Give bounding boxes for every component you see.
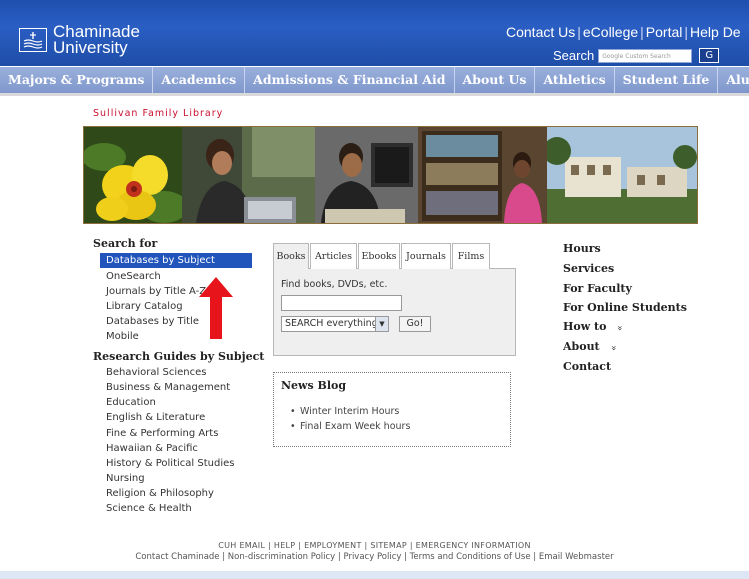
guide-english-literature[interactable]: English & Literature [106, 412, 205, 423]
guide-science-health[interactable]: Science & Health [106, 503, 192, 514]
guide-business-management[interactable]: Business & Management [106, 382, 230, 393]
library-banner [83, 126, 698, 224]
nav-about-us[interactable]: About Us [455, 67, 536, 93]
guide-nursing[interactable]: Nursing [106, 473, 145, 484]
help-link[interactable]: Help De [690, 24, 741, 40]
mobile-link[interactable]: Mobile [106, 331, 139, 342]
news-item-final-exam[interactable]: Final Exam Week hours [290, 421, 410, 432]
banner-hibiscus-photo [84, 127, 182, 223]
banner-bookshelves-photo [418, 127, 547, 223]
logo-line-2: University [53, 38, 128, 57]
about-label: About [563, 340, 600, 353]
separator: | [640, 24, 644, 40]
databases-by-subject-link[interactable]: Databases by Subject [100, 253, 252, 268]
site-search: Search Google Custom Search G [553, 48, 720, 63]
nav-divider [0, 93, 749, 96]
news-item-winter-interim[interactable]: Winter Interim Hours [290, 406, 399, 417]
nav-majors-programs[interactable]: Majors & Programs [0, 67, 154, 93]
contact-link[interactable]: Contact [563, 360, 611, 373]
nav-alumni[interactable]: Alumni [718, 67, 749, 93]
utility-links: Contact Us | eCollege | Portal | Help De [506, 24, 741, 40]
ecollege-link[interactable]: eCollege [583, 24, 638, 40]
library-title[interactable]: Sullivan Family Library [93, 108, 223, 119]
site-search-go-button[interactable]: G [699, 48, 720, 63]
services-link[interactable]: Services [563, 262, 614, 275]
separator: | [577, 24, 581, 40]
nav-athletics[interactable]: Athletics [535, 67, 615, 93]
books-search-input[interactable] [281, 295, 402, 311]
onesearch-link[interactable]: OneSearch [106, 271, 161, 282]
nav-academics[interactable]: Academics [153, 67, 246, 93]
books-tab-panel: Find books, DVDs, etc. SEARCH everything… [273, 268, 516, 356]
tab-journals[interactable]: Journals [401, 243, 451, 269]
footer-links-secondary[interactable]: Contact Chaminade | Non-discrimination P… [0, 552, 749, 562]
guide-behavioral-sciences[interactable]: Behavioral Sciences [106, 367, 206, 378]
library-search-box: Find books, DVDs, etc. SEARCH everything… [273, 243, 516, 356]
guide-education[interactable]: Education [106, 397, 156, 408]
portal-link[interactable]: Portal [646, 24, 683, 40]
for-faculty-link[interactable]: For Faculty [563, 282, 632, 295]
guide-hawaiian-pacific[interactable]: Hawaiian & Pacific [106, 443, 198, 454]
tab-books[interactable]: Books [273, 243, 309, 269]
databases-by-title-link[interactable]: Databases by Title [106, 316, 199, 327]
search-tabs: Books Articles Ebooks Journals Films [273, 243, 491, 269]
search-scope-select[interactable]: SEARCH everything ▼ [281, 316, 389, 332]
footer-links-primary[interactable]: CUH EMAIL | HELP | EMPLOYMENT | SITEMAP … [0, 541, 749, 550]
for-online-students-link[interactable]: For Online Students [563, 301, 687, 314]
university-logo-icon[interactable] [19, 28, 47, 52]
bottom-bar [0, 571, 749, 579]
tab-films[interactable]: Films [452, 243, 490, 269]
site-header: Chaminade University Contact Us | eCollege… [0, 0, 749, 66]
chevron-down-icon[interactable]: » [614, 325, 624, 331]
search-label: Search [553, 48, 595, 63]
main-nav: Majors & Programs Academics Admissions &… [0, 67, 749, 93]
tab-articles[interactable]: Articles [310, 243, 357, 269]
scope-selected-value: SEARCH everything [285, 318, 378, 329]
search-for-heading: Search for [93, 237, 158, 250]
site-search-input[interactable]: Google Custom Search [598, 48, 693, 63]
library-catalog-link[interactable]: Library Catalog [106, 301, 183, 312]
about-link[interactable]: About » [563, 340, 617, 353]
news-blog-box: News Blog Winter Interim Hours Final Exa… [273, 372, 511, 447]
guide-history-political[interactable]: History & Political Studies [106, 458, 234, 469]
how-to-label: How to [563, 320, 607, 333]
nav-admissions[interactable]: Admissions & Financial Aid [245, 67, 455, 93]
guide-religion-philosophy[interactable]: Religion & Philosophy [106, 488, 214, 499]
chevron-down-icon[interactable]: ▼ [375, 317, 388, 331]
contact-us-link[interactable]: Contact Us [506, 24, 575, 40]
university-wordmark[interactable]: Chaminade University [53, 23, 140, 57]
books-go-button[interactable]: Go! [399, 316, 431, 332]
nav-student-life[interactable]: Student Life [615, 67, 719, 93]
banner-student-laptop-photo [182, 127, 315, 223]
hours-link[interactable]: Hours [563, 242, 601, 255]
annotation-arrow-icon [199, 277, 233, 339]
guide-fine-performing-arts[interactable]: Fine & Performing Arts [106, 428, 218, 439]
journals-by-title-link[interactable]: Journals by Title A-Z [106, 286, 206, 297]
chevron-down-icon[interactable]: » [607, 345, 617, 351]
research-guides-heading: Research Guides by Subject [93, 350, 265, 363]
banner-student-computer-photo [315, 127, 418, 223]
separator: | [684, 24, 689, 40]
banner-campus-building-photo [547, 127, 697, 223]
find-label: Find books, DVDs, etc. [281, 279, 388, 290]
tab-ebooks[interactable]: Ebooks [358, 243, 400, 269]
how-to-link[interactable]: How to » [563, 320, 624, 333]
news-blog-title[interactable]: News Blog [281, 379, 346, 392]
